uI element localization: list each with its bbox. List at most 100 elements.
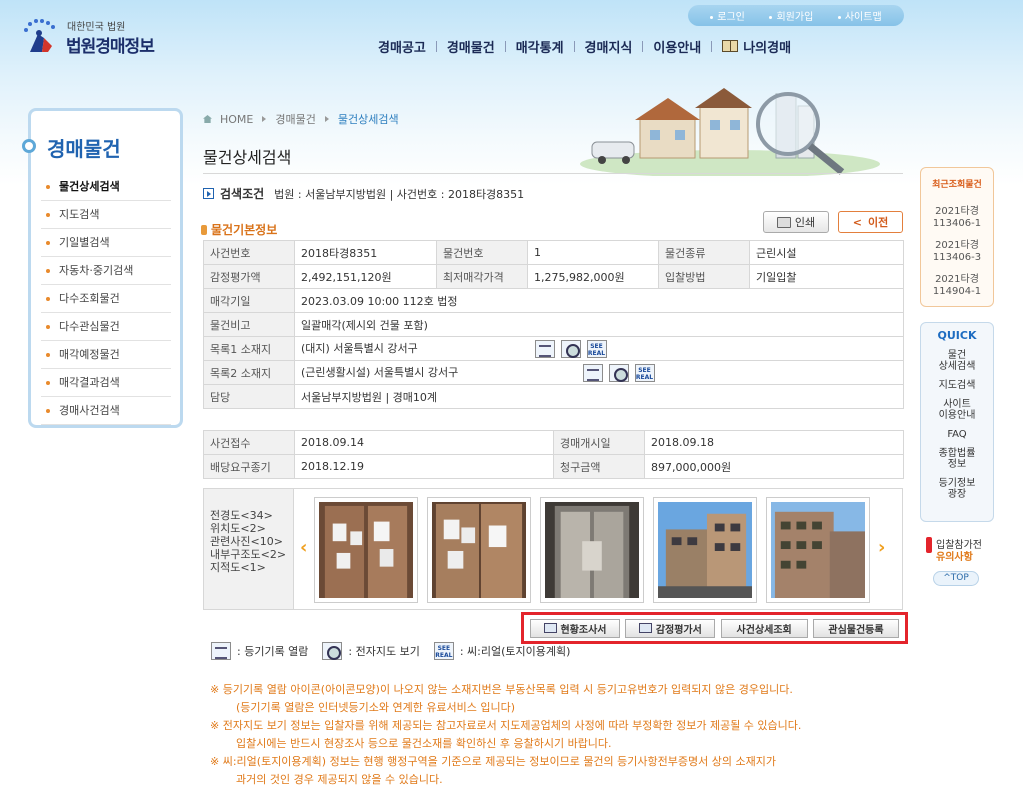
breadcrumb-home[interactable]: HOME bbox=[220, 113, 253, 126]
bid-method-label: 입찰방법 bbox=[658, 264, 750, 289]
bid-warning-link[interactable]: 입찰참가전 유의사항 bbox=[924, 535, 994, 565]
photo-cat-interior[interactable]: 내부구조도<2> bbox=[210, 548, 292, 561]
book-icon bbox=[722, 40, 739, 52]
min-price-label: 최저매각가격 bbox=[436, 264, 528, 289]
received-value: 2018.09.14 bbox=[294, 430, 554, 455]
chevron-right-icon[interactable]: › bbox=[878, 537, 885, 558]
side-nav: 경매물건 물건상세검색 지도검색 기일별검색 자동차·중기검색 다수조회물건 다… bbox=[22, 108, 183, 428]
photo-cat-cadastral[interactable]: 지적도<1> bbox=[210, 561, 293, 574]
sale-date-value: 2023.03.09 10:00 112호 법정 bbox=[294, 288, 904, 313]
loc1-label: 목록1 소재지 bbox=[203, 336, 295, 361]
quick-map-search[interactable]: 지도검색 bbox=[921, 380, 993, 391]
e-map-icon[interactable] bbox=[560, 339, 581, 358]
login-link[interactable]: 로그인 bbox=[710, 8, 745, 23]
notice-list: ※ 등기기록 열람 아이콘(아이콘모양)이 나오지 않는 소재지번은 부동산목록… bbox=[210, 681, 915, 789]
sidebar-item-most-viewed[interactable]: 다수조회물건 bbox=[41, 285, 171, 313]
sidebar-item-most-interest[interactable]: 다수관심물건 bbox=[41, 313, 171, 341]
quick-site-guide[interactable]: 사이트 이용안내 bbox=[921, 399, 993, 421]
recent-item[interactable]: 2021타경 114904-1 bbox=[921, 274, 993, 298]
deadline-value: 2018.12.19 bbox=[294, 454, 554, 479]
claim-label: 청구금액 bbox=[553, 454, 645, 479]
registry-view-icon[interactable] bbox=[534, 339, 555, 358]
photo-cat-overview[interactable]: 전경도<34> bbox=[210, 509, 293, 522]
court-logo[interactable]: 대한민국 법원 법원경매정보 bbox=[20, 14, 180, 58]
building-photo bbox=[658, 502, 752, 598]
action-buttons: 현황조사서 감정평가서 사건상세조회 관심물건등록 bbox=[521, 612, 908, 644]
claim-value: 897,000,000원 bbox=[644, 454, 904, 479]
sitemap-link[interactable]: 사이트맵 bbox=[837, 8, 882, 23]
add-interest-button[interactable]: 관심물건등록 bbox=[812, 618, 899, 638]
quick-title: QUICK bbox=[937, 329, 977, 342]
registry-view-icon[interactable] bbox=[582, 363, 603, 382]
notice-line: ※ 전자지도 보기 정보는 입찰자를 위해 제공되는 참고자료로서 지도제공업체… bbox=[210, 719, 802, 732]
signup-link[interactable]: 회원가입 bbox=[769, 8, 813, 23]
top-button[interactable]: ^TOP bbox=[933, 571, 979, 586]
table-row: 담당 서울남부지방법원 | 경매10계 bbox=[203, 384, 904, 409]
appraisal-report-button[interactable]: 감정평가서 bbox=[625, 618, 716, 638]
legend-map: 전자지도 보기 bbox=[355, 645, 420, 658]
table-row: 목록2 소재지 (근린생활시설) 서울특별시 강서구 SEE REAL bbox=[203, 360, 904, 385]
gnb-my[interactable]: 나의경매 bbox=[712, 37, 801, 56]
seereal-icon[interactable]: SEE REAL bbox=[586, 339, 607, 358]
printer-icon bbox=[776, 216, 791, 228]
recent-item[interactable]: 2021타경 113406-1 bbox=[921, 206, 993, 230]
prev-button[interactable]: < 이전 bbox=[838, 211, 903, 233]
photo-thumb[interactable] bbox=[540, 497, 644, 603]
utility-links: 로그인 회원가입 사이트맵 bbox=[688, 5, 904, 26]
case-detail-button[interactable]: 사건상세조회 bbox=[720, 618, 808, 638]
legend-seereal: 씨:리얼(토지이용계획) bbox=[467, 645, 571, 658]
appraisal-value: 2,492,151,120원 bbox=[294, 264, 437, 289]
legend-registry: 등기기록 열람 bbox=[244, 645, 309, 658]
notice-line: ※ 씨:리얼(토지이용계획) 정보는 현행 행정구역을 기준으로 제공되는 정보… bbox=[210, 755, 776, 768]
gnb-guide[interactable]: 이용안내 bbox=[643, 37, 711, 56]
photo-thumb[interactable] bbox=[653, 497, 757, 603]
photo-thumb[interactable] bbox=[314, 497, 418, 603]
quick-detail-search[interactable]: 물건 상세검색 bbox=[921, 350, 993, 372]
photo-cat-location[interactable]: 위치도<2> bbox=[210, 522, 293, 535]
item-no-label: 물건번호 bbox=[436, 240, 528, 265]
table-row: 감정평가액 2,492,151,120원 최저매각가격 1,275,982,00… bbox=[203, 264, 904, 289]
quick-registry-plaza[interactable]: 등기정보 광장 bbox=[921, 478, 993, 500]
table-row: 사건접수 2018.09.14 경매개시일 2018.09.18 bbox=[203, 430, 904, 455]
item-type-value: 근린시설 bbox=[749, 240, 904, 265]
sidebar-item-results[interactable]: 매각결과검색 bbox=[41, 369, 171, 397]
photo-gallery: 전경도<34> 위치도<2> 관련사진<10> 내부구조도<2> 지적도<1> … bbox=[203, 488, 903, 610]
seereal-icon[interactable]: SEE REAL bbox=[634, 363, 655, 382]
recent-item[interactable]: 2021타경 113406-3 bbox=[921, 240, 993, 264]
logo-title: 법원경매정보 bbox=[66, 37, 155, 57]
survey-report-button[interactable]: 현황조사서 bbox=[530, 618, 620, 638]
photo-thumb[interactable] bbox=[427, 497, 531, 603]
gnb-notice[interactable]: 경매공고 bbox=[368, 37, 436, 56]
chevron-left-icon[interactable]: ‹ bbox=[300, 537, 307, 558]
gnb-knowledge[interactable]: 경매지식 bbox=[575, 37, 643, 56]
photo-cat-related[interactable]: 관련사진<10> bbox=[210, 535, 293, 548]
e-map-icon[interactable] bbox=[608, 363, 629, 382]
table-row: 목록1 소재지 (대지) 서울특별시 강서구 SEE REAL bbox=[203, 336, 904, 361]
elevator-photo bbox=[545, 502, 639, 598]
sidebar-item-vehicle-search[interactable]: 자동차·중기검색 bbox=[41, 257, 171, 285]
quick-faq[interactable]: FAQ bbox=[921, 429, 993, 440]
registry-view-icon bbox=[211, 642, 231, 660]
sidebar-item-detail-search[interactable]: 물건상세검색 bbox=[41, 173, 171, 201]
dept-value: 서울남부지방법원 | 경매10계 bbox=[294, 384, 904, 409]
start-label: 경매개시일 bbox=[553, 430, 645, 455]
chevron-left-icon: < bbox=[852, 215, 862, 229]
start-value: 2018.09.18 bbox=[644, 430, 904, 455]
photo-thumb[interactable] bbox=[766, 497, 870, 603]
note-value: 일괄매각(제시외 건물 포함) bbox=[294, 312, 904, 337]
sidebar-item-date-search[interactable]: 기일별검색 bbox=[41, 229, 171, 257]
sidebar-item-map-search[interactable]: 지도검색 bbox=[41, 201, 171, 229]
gnb-items[interactable]: 경매물건 bbox=[437, 37, 505, 56]
quick-law-info[interactable]: 종합법률 정보 bbox=[921, 448, 993, 470]
breadcrumb-level1[interactable]: 경매물건 bbox=[275, 111, 315, 127]
print-button[interactable]: 인쇄 bbox=[763, 211, 829, 233]
building-photo bbox=[771, 502, 865, 598]
dept-label: 담당 bbox=[203, 384, 295, 409]
notice-line: 입찰시에는 반드시 현장조사 등으로 물건소재를 확인하신 후 응찰하시기 바랍… bbox=[236, 737, 612, 750]
home-icon bbox=[203, 115, 212, 123]
sidebar-item-scheduled[interactable]: 매각예정물건 bbox=[41, 341, 171, 369]
breadcrumb: HOME 경매물건 물건상세검색 bbox=[203, 111, 399, 127]
gnb-stats[interactable]: 매각통계 bbox=[506, 37, 574, 56]
sidebar-item-case-search[interactable]: 경매사건검색 bbox=[41, 397, 171, 425]
document-icon bbox=[543, 623, 557, 633]
